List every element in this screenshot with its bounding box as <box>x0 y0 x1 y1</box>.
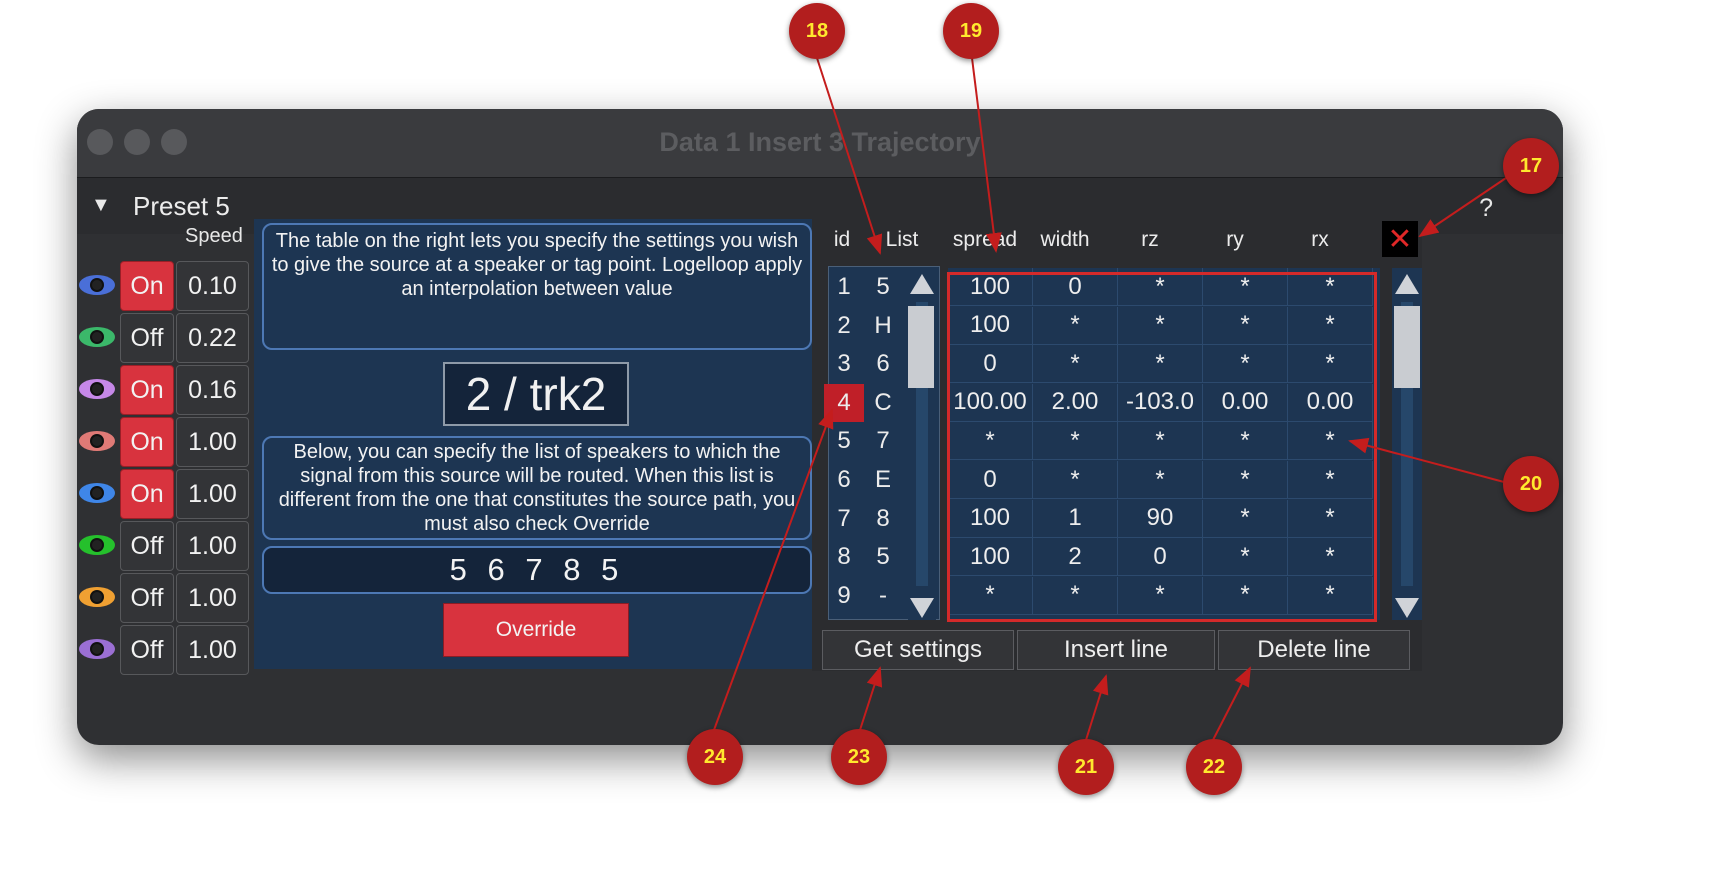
callout-21: 21 <box>1058 739 1114 795</box>
callout-22: 22 <box>1186 739 1242 795</box>
callout-17: 17 <box>1503 138 1559 194</box>
callout-23: 23 <box>831 729 887 785</box>
callout-18: 18 <box>789 3 845 59</box>
callout-19: 19 <box>943 3 999 59</box>
callout-20: 20 <box>1503 456 1559 512</box>
callout-24: 24 <box>687 729 743 785</box>
